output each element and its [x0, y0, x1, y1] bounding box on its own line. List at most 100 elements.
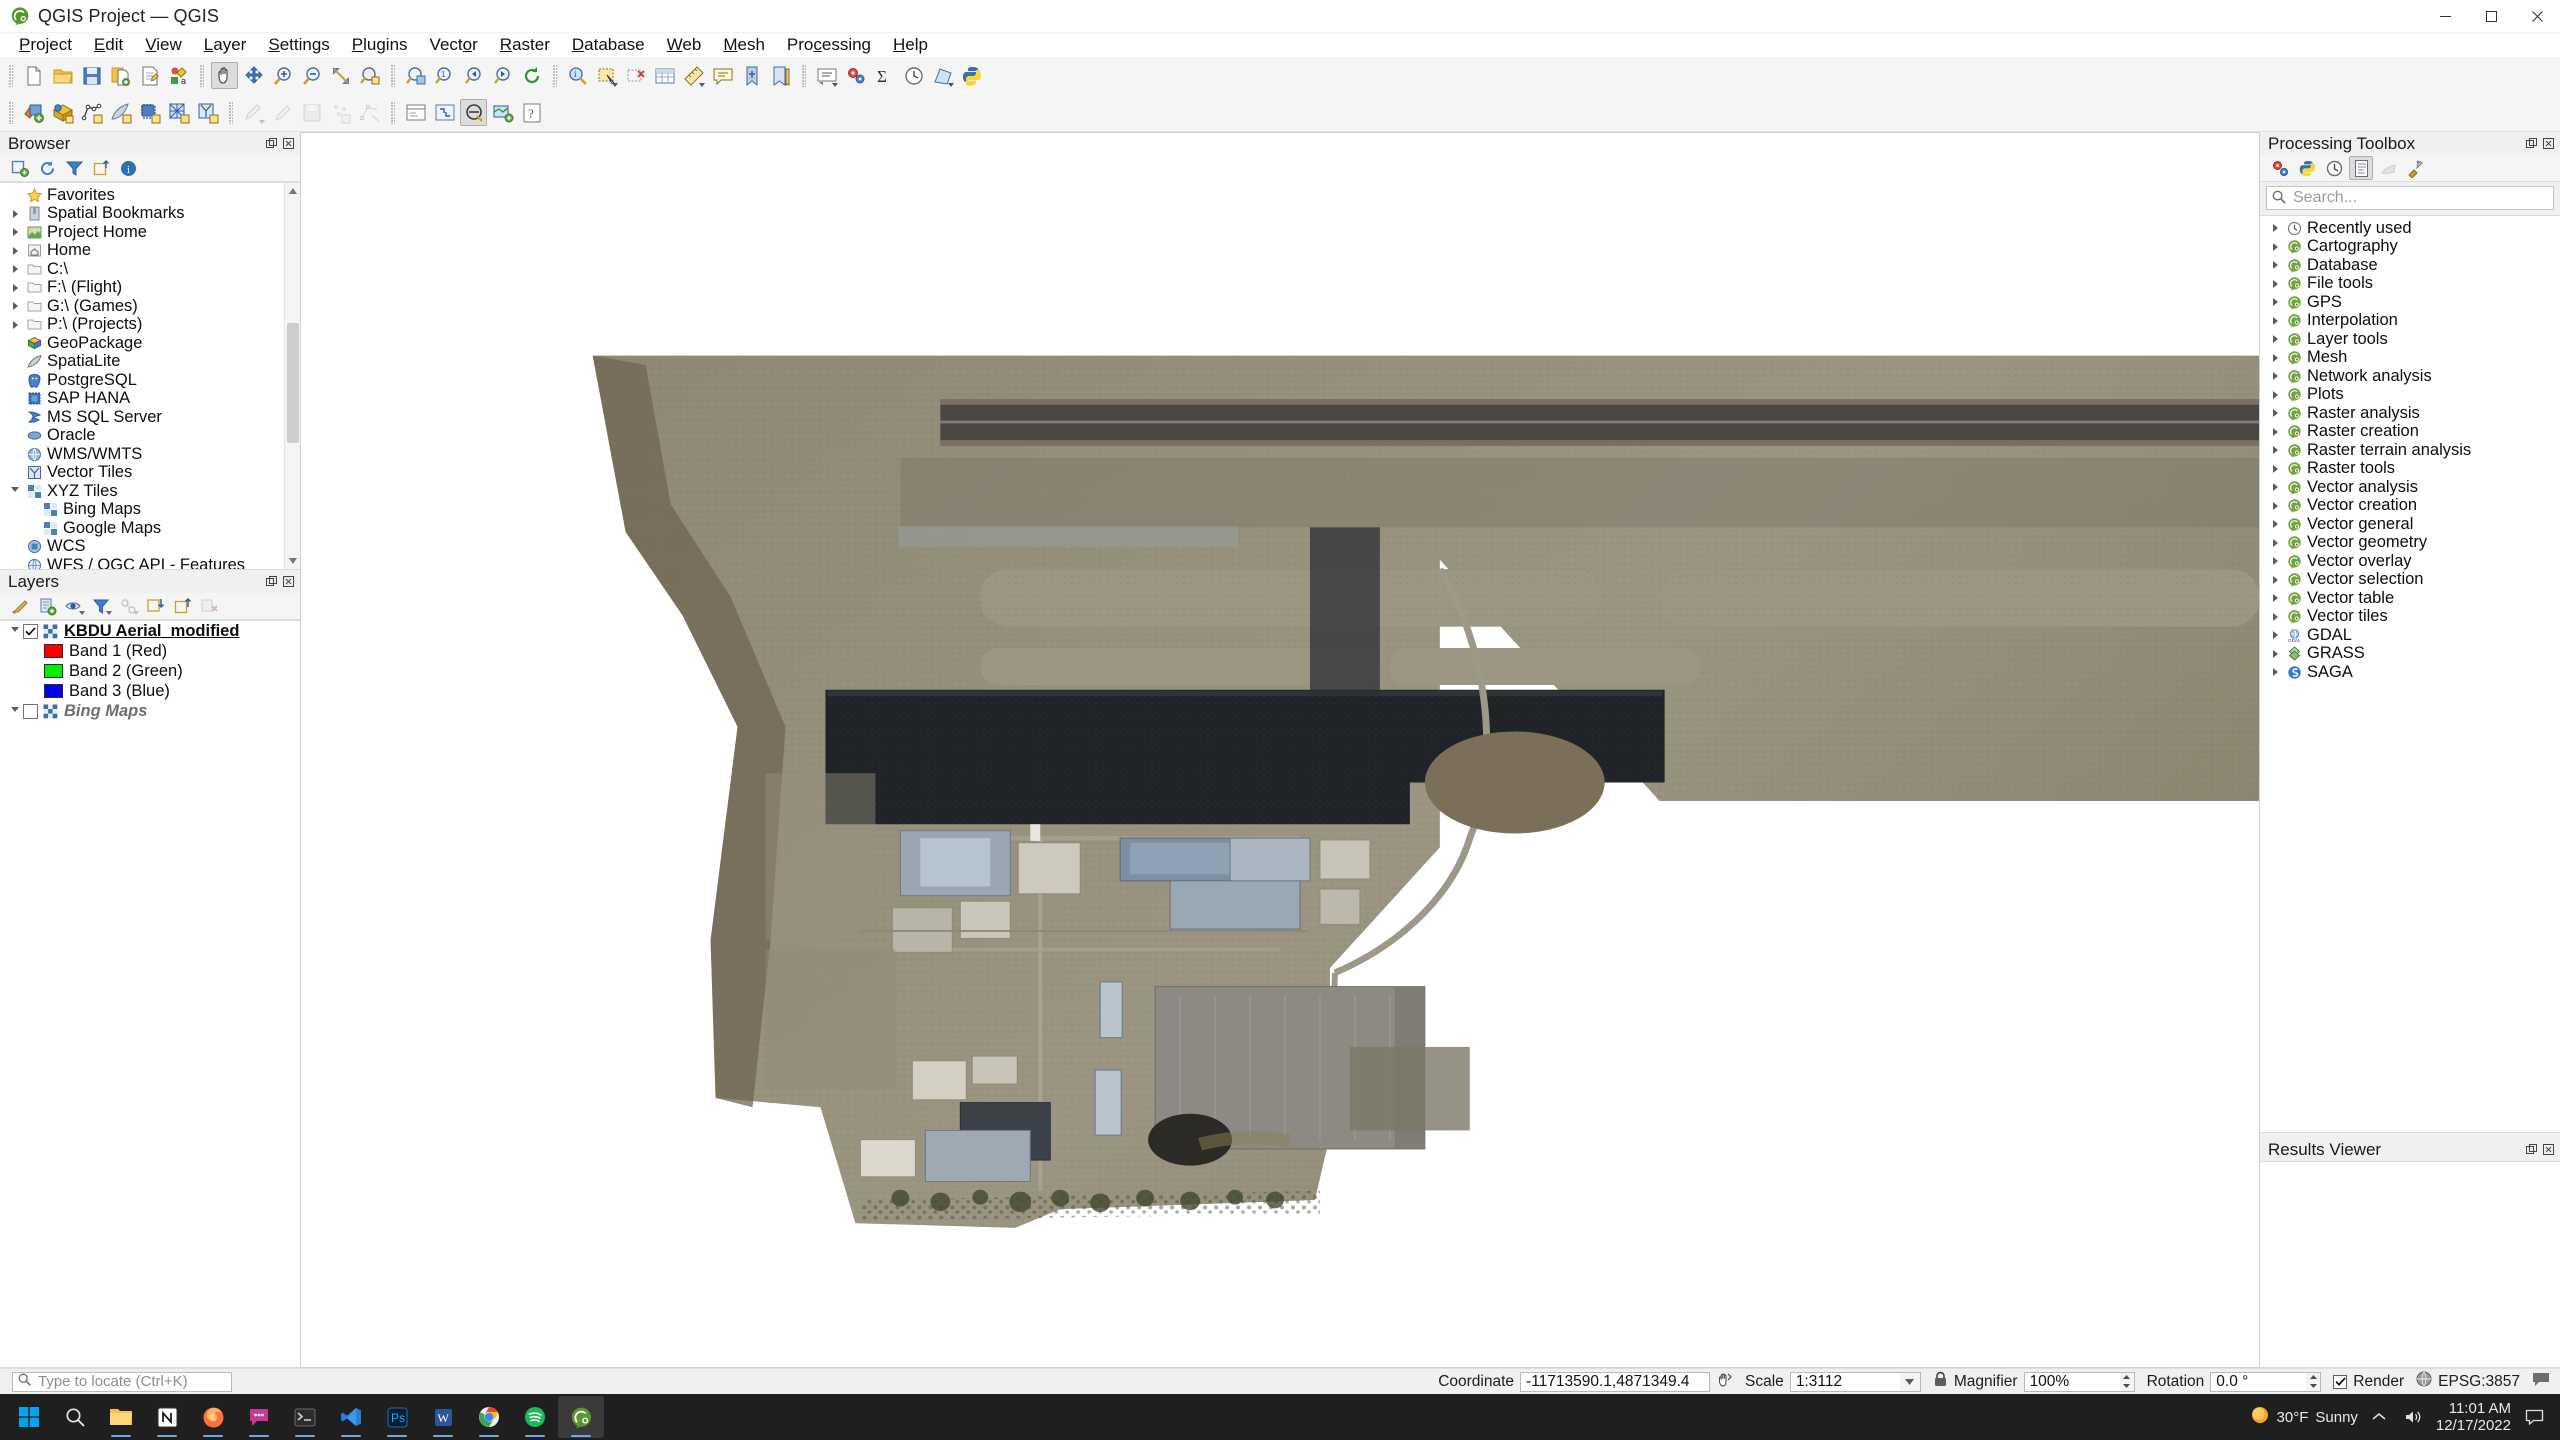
processing-provider-item[interactable]: Raster terrain analysis: [2260, 441, 2560, 460]
chevron-right-icon[interactable]: [2267, 557, 2283, 566]
chevron-down-icon[interactable]: [7, 486, 23, 496]
chevron-right-icon[interactable]: [2267, 631, 2283, 640]
layer-band-row[interactable]: Band 3 (Blue): [0, 681, 300, 701]
show-bookmarks-button[interactable]: [767, 62, 794, 89]
chevron-right-icon[interactable]: [7, 228, 23, 237]
zoom-to-layer-button[interactable]: [402, 62, 429, 89]
lock-icon[interactable]: [1933, 1371, 1948, 1393]
open-layer-styling-button[interactable]: [8, 594, 32, 618]
layer-band-row[interactable]: Band 1 (Red): [0, 641, 300, 661]
spotify-button[interactable]: [512, 1396, 558, 1438]
clock[interactable]: 11:01 AM 12/17/2022: [2436, 1400, 2511, 1434]
browser-item[interactable]: SAP HANA: [0, 389, 300, 409]
chevron-right-icon[interactable]: [2267, 612, 2283, 621]
statistical-summary-button[interactable]: Σ: [871, 62, 898, 89]
messages-group[interactable]: [2532, 1371, 2550, 1392]
python-console-button[interactable]: [958, 62, 985, 89]
scale-combo[interactable]: 1:3112: [1789, 1371, 1921, 1392]
remove-layer-button[interactable]: [197, 594, 221, 618]
rotation-value[interactable]: 0.0 °: [2210, 1371, 2307, 1392]
chevron-right-icon[interactable]: [2267, 353, 2283, 362]
stepper-down-icon[interactable]: [2306, 1382, 2320, 1391]
locate-bar[interactable]: [12, 1371, 239, 1392]
word-button[interactable]: W: [420, 1396, 466, 1438]
save-project-button[interactable]: [78, 62, 105, 89]
temporal-controller-button[interactable]: [900, 62, 927, 89]
firefox-button[interactable]: [190, 1396, 236, 1438]
new-print-layout-button[interactable]: [136, 62, 163, 89]
help-contents-button[interactable]: ?: [518, 99, 545, 126]
render-checkbox[interactable]: [2333, 1374, 2348, 1389]
float-panel-icon[interactable]: [264, 136, 279, 151]
chevron-right-icon[interactable]: [2267, 649, 2283, 658]
map-canvas-inner[interactable]: [301, 133, 2259, 1367]
map-tips-toggle-button[interactable]: [460, 99, 487, 126]
processing-provider-item[interactable]: Vector overlay: [2260, 552, 2560, 571]
chevron-right-icon[interactable]: [2267, 298, 2283, 307]
browser-item[interactable]: F:\ (Flight): [0, 278, 300, 298]
zoom-out-button[interactable]: [298, 62, 325, 89]
browser-item[interactable]: Home: [0, 241, 300, 261]
start-button[interactable]: [6, 1396, 52, 1438]
chrome-button[interactable]: [466, 1396, 512, 1438]
browser-scrollbar-thumb[interactable]: [287, 323, 299, 443]
open-attribute-table-button[interactable]: [651, 62, 678, 89]
close-panel-icon[interactable]: [2541, 1142, 2556, 1157]
chevron-right-icon[interactable]: [2267, 575, 2283, 584]
zoom-native-button[interactable]: 1: [431, 62, 458, 89]
message-bubble-icon[interactable]: [2532, 1371, 2550, 1392]
processing-provider-item[interactable]: Raster analysis: [2260, 404, 2560, 423]
layer-row[interactable]: KBDU Aerial_modified: [0, 621, 300, 641]
menu-mesh[interactable]: Mesh: [712, 33, 776, 57]
menu-raster[interactable]: Raster: [489, 33, 561, 57]
browser-item[interactable]: G:\ (Games): [0, 297, 300, 316]
chevron-right-icon[interactable]: [2267, 316, 2283, 325]
vertex-tool-button[interactable]: [356, 99, 383, 126]
notion-button[interactable]: [144, 1396, 190, 1438]
map-canvas[interactable]: [300, 132, 2260, 1368]
menu-view[interactable]: View: [134, 33, 193, 57]
menu-processing[interactable]: Processing: [776, 33, 882, 57]
processing-provider-item[interactable]: Layer tools: [2260, 330, 2560, 349]
chevron-right-icon[interactable]: [7, 265, 23, 274]
rotation-spinbox[interactable]: 0.0 °: [2210, 1371, 2322, 1392]
magnifier-stepper[interactable]: [2119, 1371, 2135, 1392]
browser-item[interactable]: PostgreSQL: [0, 371, 300, 390]
processing-provider-item[interactable]: Raster creation: [2260, 422, 2560, 442]
crs-group[interactable]: EPSG:3857: [2416, 1371, 2520, 1392]
browser-item[interactable]: MS SQL Server: [0, 408, 300, 427]
search-button[interactable]: [52, 1396, 98, 1438]
chevron-right-icon[interactable]: [2267, 261, 2283, 270]
deselect-features-button[interactable]: [622, 62, 649, 89]
refresh-browser-button[interactable]: [35, 156, 59, 180]
zoom-last-button[interactable]: [460, 62, 487, 89]
processing-provider-item[interactable]: File tools: [2260, 274, 2560, 294]
menu-database[interactable]: Database: [561, 33, 656, 57]
processing-provider-item[interactable]: Network analysis: [2260, 367, 2560, 386]
chevron-right-icon[interactable]: [2267, 242, 2283, 251]
browser-item[interactable]: C:\: [0, 260, 300, 279]
results-viewer-button[interactable]: [2349, 156, 2373, 180]
processing-provider-item[interactable]: Vector general: [2260, 515, 2560, 534]
enable-properties-widget-button[interactable]: i: [116, 156, 140, 180]
chevron-right-icon[interactable]: [2267, 372, 2283, 381]
zoom-in-button[interactable]: [269, 62, 296, 89]
new-project-button[interactable]: [20, 62, 47, 89]
add-spatialite-layer-button[interactable]: [107, 99, 134, 126]
add-raster-layer-button[interactable]: [49, 99, 76, 126]
chevron-right-icon[interactable]: [2267, 483, 2283, 492]
chevron-right-icon[interactable]: [2267, 427, 2283, 436]
pan-to-selection-button[interactable]: [240, 62, 267, 89]
toolbar-handle-2[interactable]: [6, 100, 15, 126]
processing-provider-item[interactable]: GDAL GDAL: [2260, 626, 2560, 645]
zoom-next-button[interactable]: [489, 62, 516, 89]
chevron-right-icon[interactable]: [2267, 594, 2283, 603]
measure-area-button[interactable]: [929, 62, 956, 89]
crs-label[interactable]: EPSG:3857: [2438, 1373, 2520, 1391]
browser-item[interactable]: WMS/WMTS: [0, 445, 300, 464]
processing-provider-item[interactable]: Vector creation: [2260, 496, 2560, 516]
zoom-full-extent-button[interactable]: [431, 99, 458, 126]
browser-tree[interactable]: Favorites Spatial Bookmarks Project Home Ho…: [0, 182, 300, 570]
layer-band-row[interactable]: Band 2 (Green): [0, 661, 300, 681]
chevron-right-icon[interactable]: [2267, 390, 2283, 399]
